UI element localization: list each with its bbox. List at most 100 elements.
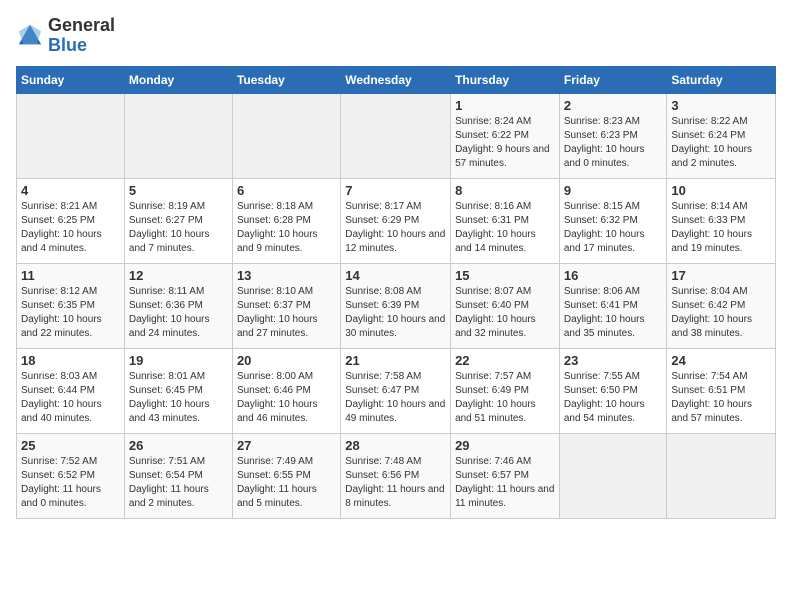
day-number: 26 <box>129 438 228 453</box>
day-number: 11 <box>21 268 120 283</box>
calendar-cell <box>17 93 125 178</box>
day-number: 17 <box>671 268 771 283</box>
day-number: 29 <box>455 438 555 453</box>
day-number: 9 <box>564 183 663 198</box>
day-number: 12 <box>129 268 228 283</box>
calendar-week-0: 1 Sunrise: 8:24 AM Sunset: 6:22 PM Daylig… <box>17 93 776 178</box>
calendar-cell: 11 Sunrise: 8:12 AM Sunset: 6:35 PM Dayli… <box>17 263 125 348</box>
weekday-friday: Friday <box>559 66 667 93</box>
calendar-week-4: 25 Sunrise: 7:52 AM Sunset: 6:52 PM Dayli… <box>17 433 776 518</box>
day-info: Sunrise: 8:06 AM Sunset: 6:41 PM Dayligh… <box>564 285 663 341</box>
day-number: 4 <box>21 183 120 198</box>
calendar-cell: 19 Sunrise: 8:01 AM Sunset: 6:45 PM Dayli… <box>124 348 232 433</box>
weekday-wednesday: Wednesday <box>341 66 451 93</box>
day-info: Sunrise: 8:22 AM Sunset: 6:24 PM Dayligh… <box>671 115 771 171</box>
calendar-cell <box>559 433 667 518</box>
logo: GeneralBlue <box>16 16 115 56</box>
calendar-week-2: 11 Sunrise: 8:12 AM Sunset: 6:35 PM Dayli… <box>17 263 776 348</box>
day-info: Sunrise: 8:10 AM Sunset: 6:37 PM Dayligh… <box>237 285 336 341</box>
calendar-cell: 1 Sunrise: 8:24 AM Sunset: 6:22 PM Daylig… <box>451 93 560 178</box>
day-info: Sunrise: 8:01 AM Sunset: 6:45 PM Dayligh… <box>129 370 228 426</box>
calendar-cell <box>341 93 451 178</box>
calendar-cell: 15Sunrise: 8:07 AM Sunset: 6:40 PM Dayli… <box>451 263 560 348</box>
day-number: 21 <box>345 353 446 368</box>
day-number: 18 <box>21 353 120 368</box>
day-info: Sunrise: 8:12 AM Sunset: 6:35 PM Dayligh… <box>21 285 120 341</box>
calendar-cell: 10 Sunrise: 8:14 AM Sunset: 6:33 PM Dayli… <box>667 178 776 263</box>
calendar-cell: 5 Sunrise: 8:19 AM Sunset: 6:27 PM Daylig… <box>124 178 232 263</box>
calendar-week-1: 4 Sunrise: 8:21 AM Sunset: 6:25 PM Daylig… <box>17 178 776 263</box>
day-info: Sunrise: 7:52 AM Sunset: 6:52 PM Dayligh… <box>21 455 120 511</box>
logo-icon <box>16 22 44 50</box>
calendar-cell <box>232 93 340 178</box>
weekday-sunday: Sunday <box>17 66 125 93</box>
day-number: 15 <box>455 268 555 283</box>
day-number: 25 <box>21 438 120 453</box>
calendar-cell: 4 Sunrise: 8:21 AM Sunset: 6:25 PM Daylig… <box>17 178 125 263</box>
calendar-cell: 26 Sunrise: 7:51 AM Sunset: 6:54 PM Dayli… <box>124 433 232 518</box>
calendar-cell: 12Sunrise: 8:11 AM Sunset: 6:36 PM Dayli… <box>124 263 232 348</box>
day-number: 27 <box>237 438 336 453</box>
day-info: Sunrise: 8:08 AM Sunset: 6:39 PM Dayligh… <box>345 285 446 341</box>
calendar-cell: 6Sunrise: 8:18 AM Sunset: 6:28 PM Daylig… <box>232 178 340 263</box>
day-info: Sunrise: 7:58 AM Sunset: 6:47 PM Dayligh… <box>345 370 446 426</box>
day-number: 3 <box>671 98 771 113</box>
calendar-cell: 9 Sunrise: 8:15 AM Sunset: 6:32 PM Daylig… <box>559 178 667 263</box>
calendar-cell: 18 Sunrise: 8:03 AM Sunset: 6:44 PM Dayli… <box>17 348 125 433</box>
calendar-cell: 24 Sunrise: 7:54 AM Sunset: 6:51 PM Dayli… <box>667 348 776 433</box>
calendar-cell: 20 Sunrise: 8:00 AM Sunset: 6:46 PM Dayli… <box>232 348 340 433</box>
day-info: Sunrise: 7:51 AM Sunset: 6:54 PM Dayligh… <box>129 455 228 511</box>
day-info: Sunrise: 8:24 AM Sunset: 6:22 PM Dayligh… <box>455 115 555 171</box>
day-info: Sunrise: 8:04 AM Sunset: 6:42 PM Dayligh… <box>671 285 771 341</box>
day-number: 23 <box>564 353 663 368</box>
calendar-week-3: 18 Sunrise: 8:03 AM Sunset: 6:44 PM Dayli… <box>17 348 776 433</box>
calendar-cell: 22 Sunrise: 7:57 AM Sunset: 6:49 PM Dayli… <box>451 348 560 433</box>
calendar-cell: 25 Sunrise: 7:52 AM Sunset: 6:52 PM Dayli… <box>17 433 125 518</box>
calendar-cell: 17 Sunrise: 8:04 AM Sunset: 6:42 PM Dayli… <box>667 263 776 348</box>
calendar-cell: 21 Sunrise: 7:58 AM Sunset: 6:47 PM Dayli… <box>341 348 451 433</box>
day-number: 20 <box>237 353 336 368</box>
weekday-thursday: Thursday <box>451 66 560 93</box>
day-info: Sunrise: 8:15 AM Sunset: 6:32 PM Dayligh… <box>564 200 663 256</box>
day-number: 1 <box>455 98 555 113</box>
weekday-monday: Monday <box>124 66 232 93</box>
day-info: Sunrise: 7:48 AM Sunset: 6:56 PM Dayligh… <box>345 455 446 511</box>
day-info: Sunrise: 7:54 AM Sunset: 6:51 PM Dayligh… <box>671 370 771 426</box>
day-info: Sunrise: 7:49 AM Sunset: 6:55 PM Dayligh… <box>237 455 336 511</box>
day-info: Sunrise: 8:16 AM Sunset: 6:31 PM Dayligh… <box>455 200 555 256</box>
logo-blue: Blue <box>48 36 115 56</box>
calendar-cell: 7 Sunrise: 8:17 AM Sunset: 6:29 PM Daylig… <box>341 178 451 263</box>
calendar-cell <box>124 93 232 178</box>
day-number: 24 <box>671 353 771 368</box>
weekday-saturday: Saturday <box>667 66 776 93</box>
day-number: 7 <box>345 183 446 198</box>
calendar-cell: 2Sunrise: 8:23 AM Sunset: 6:23 PM Daylig… <box>559 93 667 178</box>
page-header: GeneralBlue <box>16 16 776 56</box>
calendar-cell: 28Sunrise: 7:48 AM Sunset: 6:56 PM Dayli… <box>341 433 451 518</box>
calendar-cell: 3 Sunrise: 8:22 AM Sunset: 6:24 PM Daylig… <box>667 93 776 178</box>
day-info: Sunrise: 8:00 AM Sunset: 6:46 PM Dayligh… <box>237 370 336 426</box>
day-info: Sunrise: 8:19 AM Sunset: 6:27 PM Dayligh… <box>129 200 228 256</box>
calendar-table: SundayMondayTuesdayWednesdayThursdayFrid… <box>16 66 776 519</box>
weekday-tuesday: Tuesday <box>232 66 340 93</box>
calendar-cell: 27 Sunrise: 7:49 AM Sunset: 6:55 PM Dayli… <box>232 433 340 518</box>
day-info: Sunrise: 8:23 AM Sunset: 6:23 PM Dayligh… <box>564 115 663 171</box>
logo-text: GeneralBlue <box>48 16 115 56</box>
day-number: 19 <box>129 353 228 368</box>
day-info: Sunrise: 8:17 AM Sunset: 6:29 PM Dayligh… <box>345 200 446 256</box>
day-info: Sunrise: 8:18 AM Sunset: 6:28 PM Dayligh… <box>237 200 336 256</box>
calendar-cell: 14Sunrise: 8:08 AM Sunset: 6:39 PM Dayli… <box>341 263 451 348</box>
day-number: 22 <box>455 353 555 368</box>
day-number: 13 <box>237 268 336 283</box>
day-info: Sunrise: 8:14 AM Sunset: 6:33 PM Dayligh… <box>671 200 771 256</box>
day-number: 8 <box>455 183 555 198</box>
day-info: Sunrise: 8:03 AM Sunset: 6:44 PM Dayligh… <box>21 370 120 426</box>
day-number: 5 <box>129 183 228 198</box>
calendar-cell: 23Sunrise: 7:55 AM Sunset: 6:50 PM Dayli… <box>559 348 667 433</box>
day-info: Sunrise: 7:57 AM Sunset: 6:49 PM Dayligh… <box>455 370 555 426</box>
day-number: 10 <box>671 183 771 198</box>
logo-general: General <box>48 16 115 36</box>
calendar-cell: 8 Sunrise: 8:16 AM Sunset: 6:31 PM Daylig… <box>451 178 560 263</box>
day-info: Sunrise: 8:21 AM Sunset: 6:25 PM Dayligh… <box>21 200 120 256</box>
day-number: 16 <box>564 268 663 283</box>
